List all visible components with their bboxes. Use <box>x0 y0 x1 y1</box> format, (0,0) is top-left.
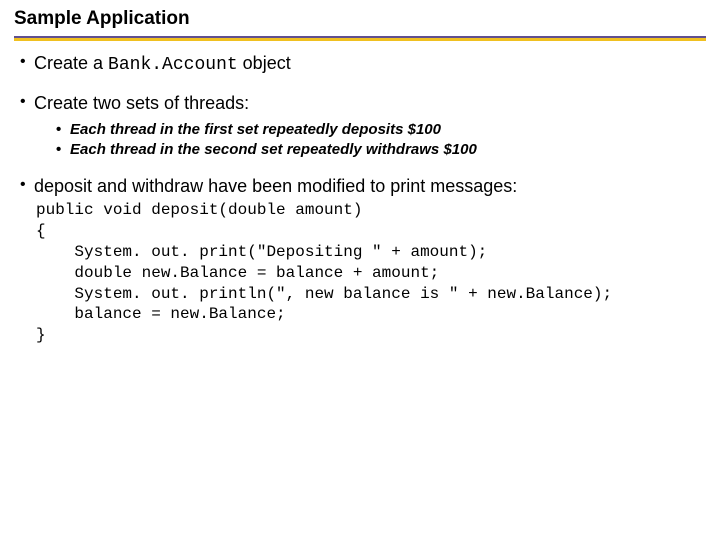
code-block: public void deposit(double amount) { Sys… <box>36 200 706 346</box>
bullet-1-text-post: object <box>238 53 291 73</box>
bullet-item-1: Create a Bank.Account object <box>20 51 706 77</box>
bullet-item-3: deposit and withdraw have been modified … <box>20 174 706 346</box>
slide-title: Sample Application <box>14 8 706 32</box>
sub-bullet-1: Each thread in the first set repeatedly … <box>56 120 706 140</box>
bullet-3-text: deposit and withdraw have been modified … <box>34 176 517 196</box>
bullet-1-text-pre: Create a <box>34 53 108 73</box>
title-underline <box>14 36 706 41</box>
bullet-list: Create a Bank.Account object Create two … <box>14 51 706 346</box>
bullet-2-text: Create two sets of threads: <box>34 93 249 113</box>
bullet-item-2: Create two sets of threads: Each thread … <box>20 91 706 160</box>
sub-bullet-2: Each thread in the second set repeatedly… <box>56 140 706 160</box>
slide: Sample Application Create a Bank.Account… <box>0 0 720 540</box>
bullet-1-code: Bank.Account <box>108 55 238 75</box>
sub-bullet-list: Each thread in the first set repeatedly … <box>34 120 706 161</box>
